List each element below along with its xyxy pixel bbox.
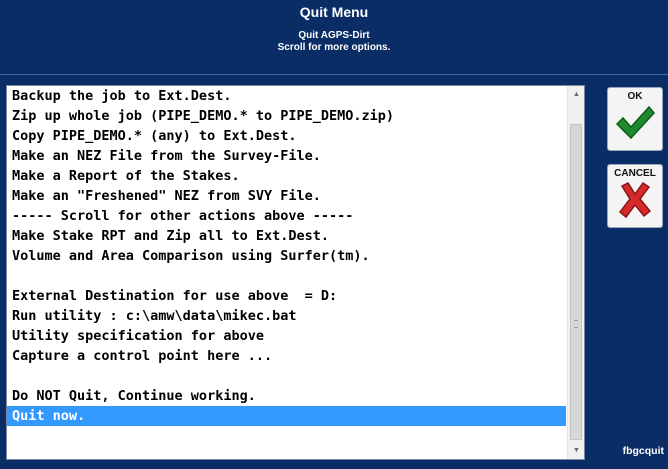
scroll-up-arrow-icon[interactable]: ▲ [568,86,584,103]
list-item[interactable]: Copy PIPE_DEMO.* (any) to Ext.Dest. [7,126,566,146]
subtitle-line-2: Scroll for more options. [277,42,391,53]
list-item[interactable]: Capture a control point here ... [7,346,566,366]
list-item[interactable]: Quit now. [7,406,566,426]
list-item[interactable]: Make an "Freshened" NEZ from SVY File. [7,186,566,206]
checkmark-icon [615,105,655,140]
screen-id-label: fbgcquit [622,445,664,457]
vertical-scrollbar[interactable]: ▲ ▼ [567,86,584,459]
list-item[interactable]: External Destination for use above = D: [7,286,566,306]
list-item[interactable]: Do NOT Quit, Continue working. [7,386,566,406]
cancel-button-label: CANCEL [614,168,656,179]
scroll-down-arrow-icon[interactable]: ▼ [568,442,584,459]
quit-options-listbox[interactable]: Backup the job to Ext.Dest. Zip up whole … [6,85,585,460]
list-item[interactable]: Volume and Area Comparison using Surfer(… [7,246,566,266]
cancel-button[interactable]: CANCEL [607,164,663,228]
window-title: Quit Menu [0,0,668,24]
x-icon [618,181,652,219]
list-item[interactable]: ----- Scroll for other actions above ---… [7,206,566,226]
scrollbar-thumb[interactable] [570,124,582,440]
list-item[interactable]: Backup the job to Ext.Dest. [7,86,566,106]
list-item[interactable]: Utility specification for above [7,326,566,346]
header-divider [0,74,668,75]
list-item[interactable]: Make a Report of the Stakes. [7,166,566,186]
menu-list: Backup the job to Ext.Dest. Zip up whole … [7,86,566,459]
subtitle: Quit AGPS-Dirt Scroll for more options. [0,30,668,70]
list-item[interactable]: Run utility : c:\amw\data\mikec.bat [7,306,566,326]
ok-button[interactable]: OK [607,87,663,151]
scrollbar-grip-icon [574,320,578,328]
list-item[interactable]: Make Stake RPT and Zip all to Ext.Dest. [7,226,566,246]
list-item[interactable]: Zip up whole job (PIPE_DEMO.* to PIPE_DE… [7,106,566,126]
list-item[interactable]: Make an NEZ File from the Survey-File. [7,146,566,166]
subtitle-line-1: Quit AGPS-Dirt [298,30,370,41]
ok-button-label: OK [627,91,643,102]
